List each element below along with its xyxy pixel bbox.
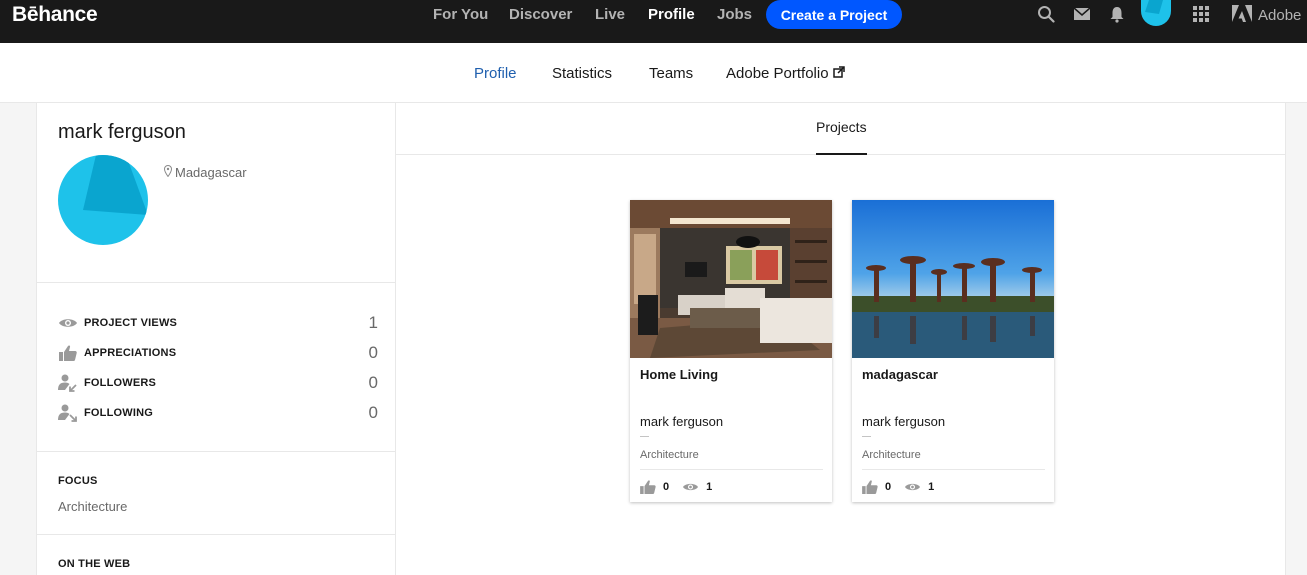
- profile-subnav: Profile Statistics Teams Adobe Portfolio: [0, 43, 1307, 103]
- project-thumbnail-living-room[interactable]: [630, 200, 832, 358]
- behance-logo[interactable]: Bēhance: [12, 3, 98, 27]
- project-card[interactable]: Home Living mark ferguson Architecture 0…: [630, 200, 832, 502]
- subnav-statistics[interactable]: Statistics: [552, 65, 612, 82]
- project-title[interactable]: madagascar: [862, 367, 938, 382]
- project-field[interactable]: Architecture: [640, 449, 699, 461]
- stat-value: 0: [368, 403, 378, 422]
- subnav-profile[interactable]: Profile: [474, 65, 517, 82]
- appreciation-count: 0: [885, 481, 892, 493]
- thumbs-up-icon: [58, 344, 78, 362]
- nav-jobs[interactable]: Jobs: [717, 6, 752, 23]
- project-title[interactable]: Home Living: [640, 367, 718, 382]
- eye-icon: [58, 314, 78, 332]
- divider: [862, 436, 871, 437]
- eye-icon: [904, 482, 921, 492]
- location[interactable]: Madagascar: [163, 164, 247, 180]
- project-stats: 0 1: [640, 480, 712, 494]
- tab-bar: Projects: [396, 103, 1285, 155]
- on-the-web-title: ON THE WEB: [58, 558, 131, 570]
- followers-icon: [58, 374, 78, 392]
- avatar[interactable]: [1141, 0, 1171, 26]
- eye-icon: [682, 482, 699, 492]
- active-tab-indicator: [816, 153, 867, 155]
- stat-value: 0: [368, 373, 378, 392]
- profile-sidebar: mark ferguson Madagascar PROJECT VIEWS 1…: [36, 103, 396, 575]
- stat-following[interactable]: FOLLOWING 0: [58, 402, 378, 424]
- project-thumbnail-baobab[interactable]: [852, 200, 1054, 358]
- divider: [862, 469, 1045, 470]
- project-field[interactable]: Architecture: [862, 449, 921, 461]
- project-stats: 0 1: [862, 480, 934, 494]
- stat-appreciations[interactable]: APPRECIATIONS 0: [58, 342, 378, 364]
- bell-icon[interactable]: [1108, 5, 1126, 23]
- location-label: Madagascar: [175, 165, 247, 180]
- stat-value: 1: [368, 313, 378, 332]
- project-owner[interactable]: mark ferguson: [862, 414, 945, 429]
- top-navigation-bar: Bēhance For You Discover Live Profile Jo…: [0, 0, 1307, 43]
- nav-live[interactable]: Live: [595, 6, 625, 23]
- stat-followers[interactable]: FOLLOWERS 0: [58, 372, 378, 394]
- adobe-link[interactable]: Adobe: [1232, 5, 1301, 26]
- view-count: 1: [706, 481, 713, 493]
- focus-value[interactable]: Architecture: [58, 499, 127, 514]
- following-icon: [58, 404, 78, 422]
- main-content: Projects Home Living mark ferguson Archi…: [396, 103, 1286, 575]
- subnav-adobe-portfolio[interactable]: Adobe Portfolio: [726, 65, 845, 82]
- divider: [37, 534, 395, 535]
- divider: [640, 469, 823, 470]
- stat-label: PROJECT VIEWS: [84, 317, 178, 329]
- stat-value: 0: [368, 343, 378, 362]
- divider: [640, 436, 649, 437]
- subnav-teams[interactable]: Teams: [649, 65, 693, 82]
- thumbs-up-icon: [862, 480, 878, 494]
- view-count: 1: [928, 481, 935, 493]
- subnav-adobe-portfolio-label: Adobe Portfolio: [726, 65, 829, 82]
- location-pin-icon: [163, 164, 173, 180]
- stat-label: FOLLOWERS: [84, 377, 157, 389]
- project-owner[interactable]: mark ferguson: [640, 414, 723, 429]
- profile-name: mark ferguson: [58, 121, 186, 143]
- nav-discover[interactable]: Discover: [509, 6, 572, 23]
- search-icon[interactable]: [1037, 5, 1055, 23]
- avatar[interactable]: [58, 155, 148, 245]
- stat-label: FOLLOWING: [84, 407, 154, 419]
- stat-project-views[interactable]: PROJECT VIEWS 1: [58, 312, 378, 334]
- divider: [37, 282, 395, 283]
- focus-title: FOCUS: [58, 475, 98, 487]
- divider: [37, 451, 395, 452]
- nav-for-you[interactable]: For You: [433, 6, 488, 23]
- adobe-logo-icon: [1232, 5, 1252, 26]
- tab-projects[interactable]: Projects: [816, 119, 867, 135]
- project-card[interactable]: madagascar mark ferguson Architecture 0 …: [852, 200, 1054, 502]
- nav-profile[interactable]: Profile: [648, 6, 695, 23]
- apps-grid-icon[interactable]: [1192, 5, 1210, 23]
- create-project-button[interactable]: Create a Project: [766, 0, 902, 29]
- mail-icon[interactable]: [1073, 5, 1091, 23]
- external-link-icon: [832, 65, 845, 82]
- adobe-label: Adobe: [1258, 7, 1302, 24]
- thumbs-up-icon: [640, 480, 656, 494]
- appreciation-count: 0: [663, 481, 670, 493]
- stat-label: APPRECIATIONS: [84, 347, 177, 359]
